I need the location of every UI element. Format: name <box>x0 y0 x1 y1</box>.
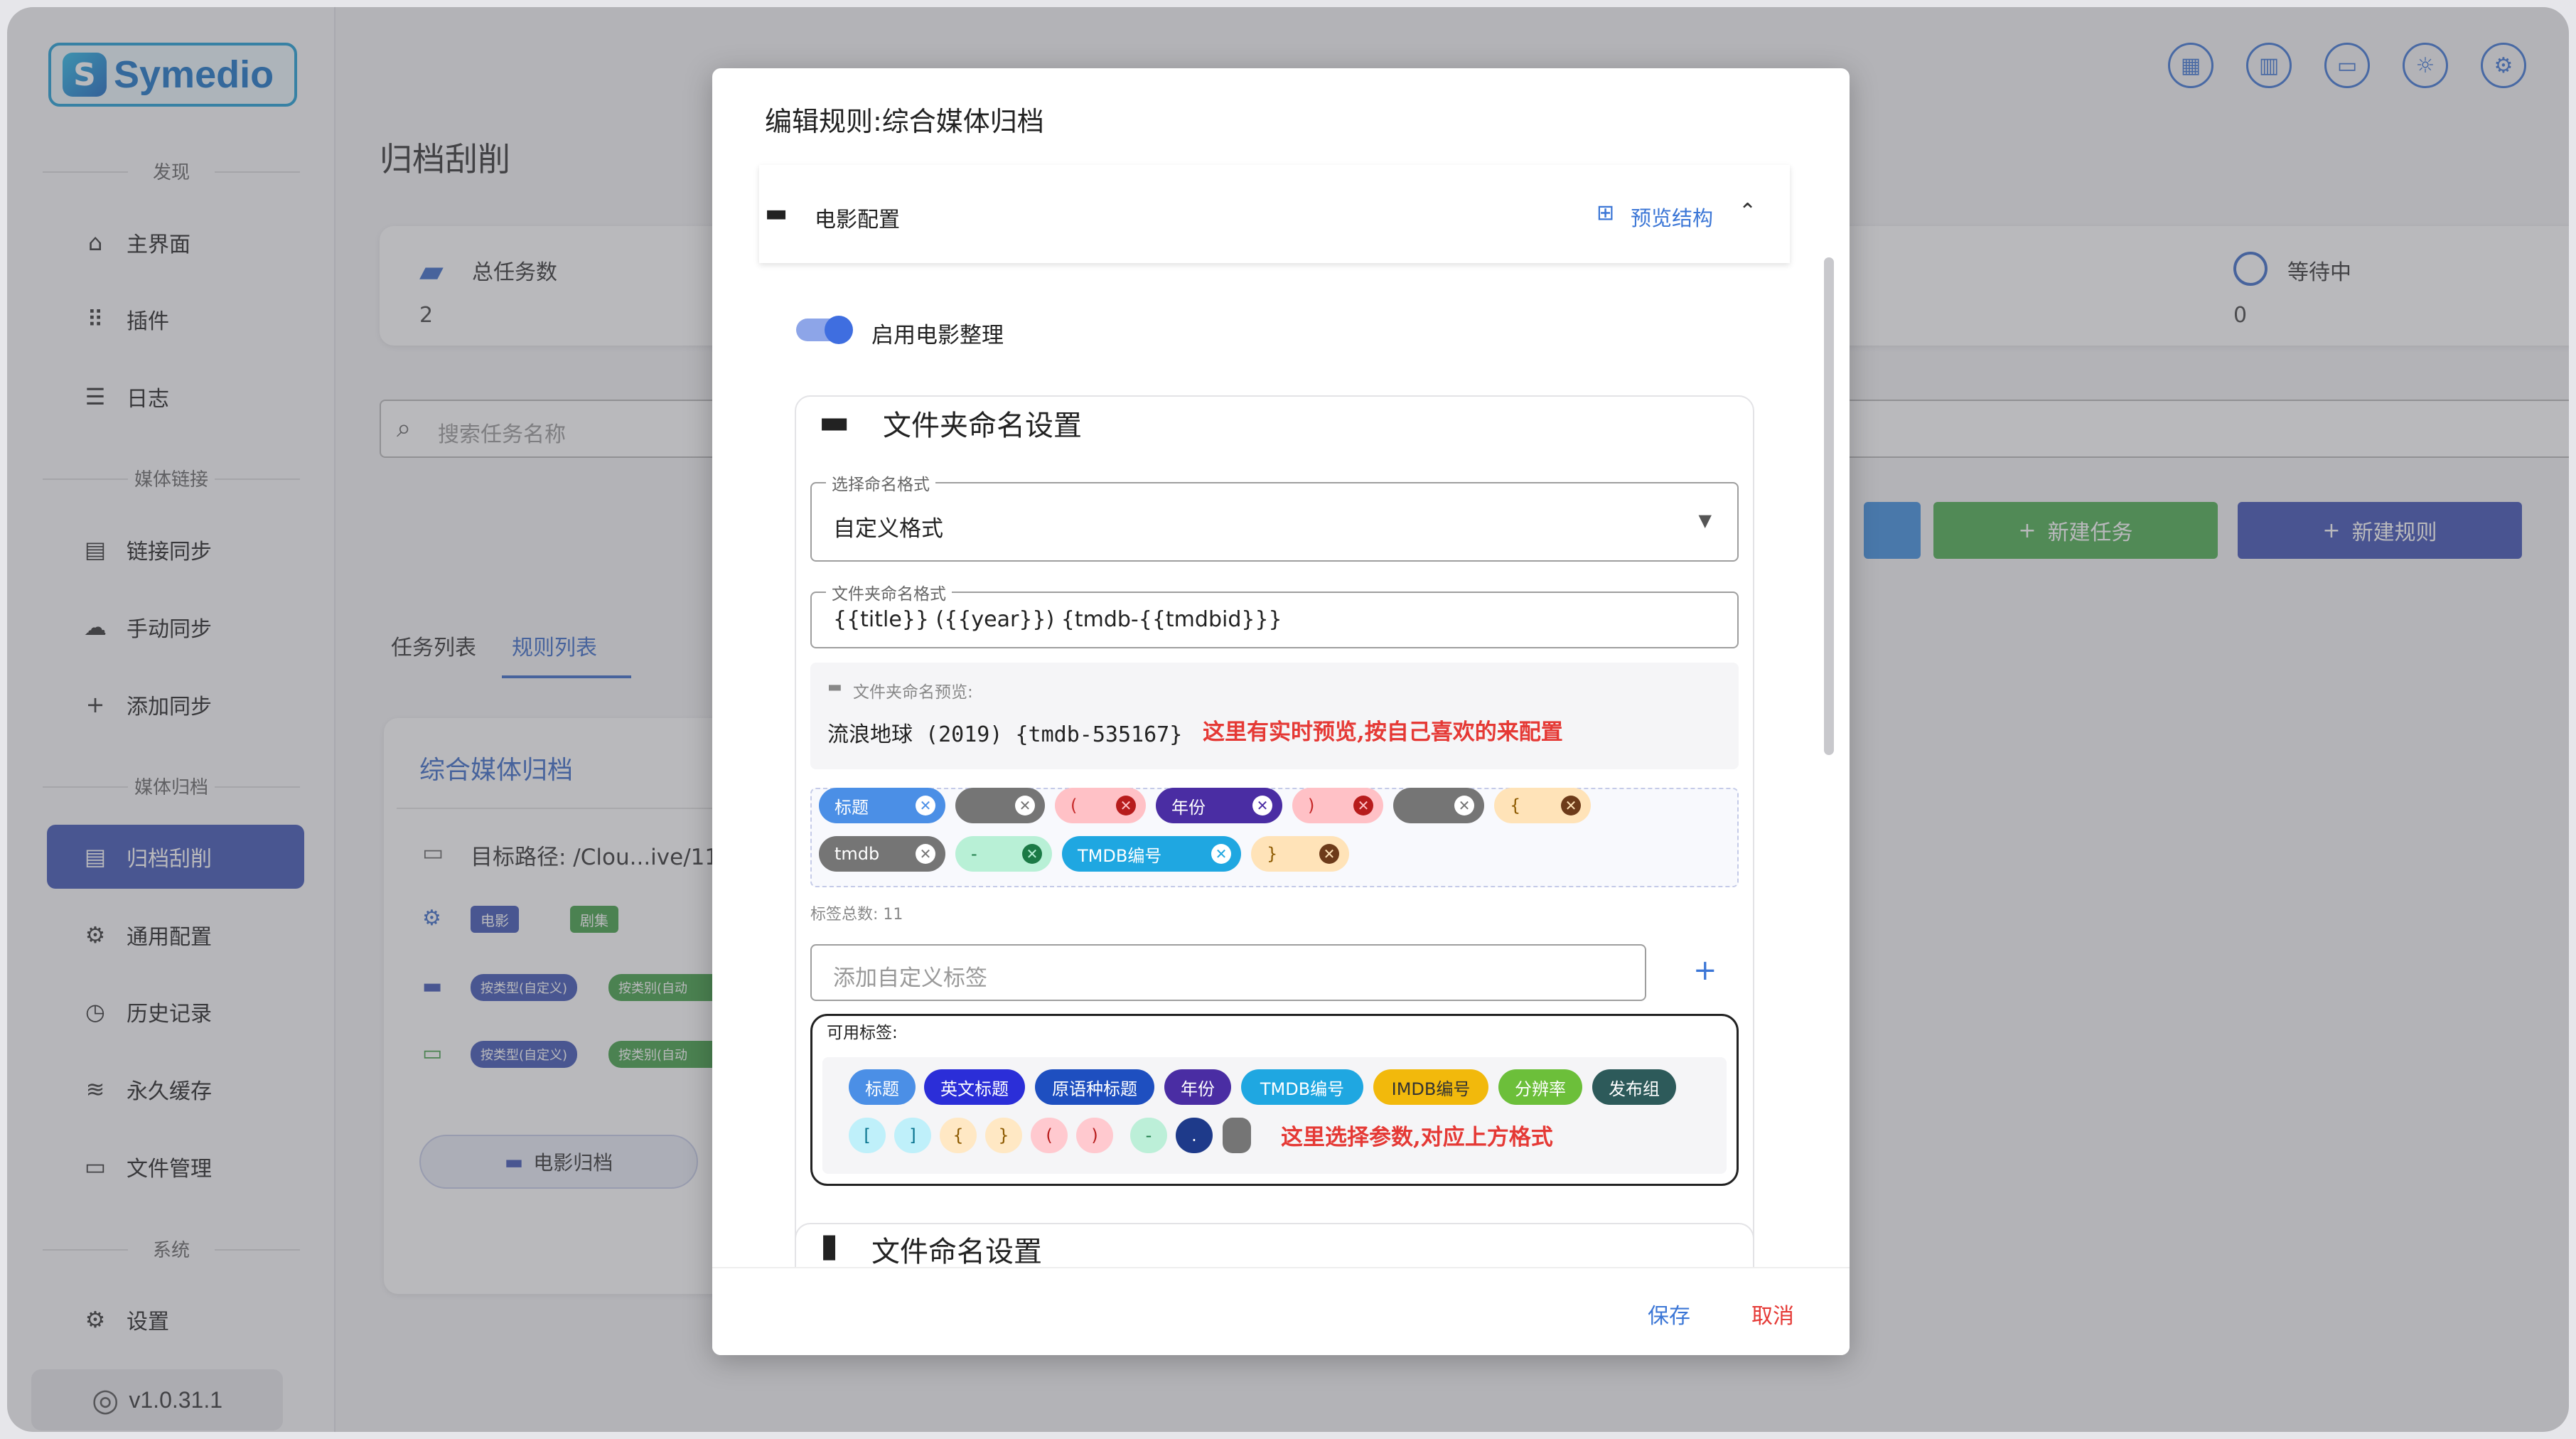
avail-tag-dot[interactable]: . <box>1176 1118 1213 1153</box>
folder-format-input[interactable]: 文件夹命名格式 {{title}} ({{year}}) {tmdb-{{tmd… <box>810 580 1739 648</box>
chip-brace-close[interactable]: } ✕ <box>1251 836 1349 872</box>
avail-tag-resolution[interactable]: 分辨率 <box>1498 1069 1582 1105</box>
close-icon[interactable]: ✕ <box>1022 844 1042 864</box>
close-icon[interactable]: ✕ <box>1319 844 1339 864</box>
avail-tag-bracket-close[interactable]: ] <box>894 1118 931 1153</box>
add-tag-button[interactable]: + <box>1693 954 1717 987</box>
avail-tag-release-group[interactable]: 发布组 <box>1592 1069 1676 1105</box>
avail-tag-imdb-id[interactable]: IMDB编号 <box>1373 1069 1488 1105</box>
folder-preview-box: ▬ 文件夹命名预览: 流浪地球 (2019) {tmdb-535167} 这里有… <box>810 663 1739 769</box>
tag-count: 标签总数: 11 <box>810 906 903 924</box>
dialog-title: 编辑规则:综合媒体归档 <box>765 106 1044 137</box>
close-icon[interactable]: ✕ <box>1116 796 1136 815</box>
preview-structure-button[interactable]: 预览结构 <box>1631 202 1713 232</box>
chip-tmdb-id[interactable]: TMDB编号 ✕ <box>1062 836 1241 872</box>
folder-icon: ▬ <box>827 678 842 696</box>
chip-space[interactable]: ✕ <box>955 788 1045 823</box>
clapper-icon: ▬ <box>765 199 788 228</box>
movie-config-header[interactable]: ▬ 电影配置 ⊞ 预览结构 ⌃ <box>759 165 1790 263</box>
dialog-actions: 保存 取消 <box>712 1267 1850 1355</box>
cancel-button[interactable]: 取消 <box>1751 1298 1794 1330</box>
chip-tmdb[interactable]: tmdb ✕ <box>819 836 945 872</box>
avail-tag-tmdb-id[interactable]: TMDB编号 <box>1241 1069 1363 1105</box>
chip-title[interactable]: 标题 ✕ <box>819 788 945 823</box>
enable-movie-label: 启用电影整理 <box>871 323 1004 348</box>
folder-icon: ▬ <box>819 402 850 441</box>
avail-tag-dash[interactable]: - <box>1130 1118 1167 1153</box>
file-icon: ▮ <box>820 1226 839 1264</box>
close-icon[interactable]: ✕ <box>1015 796 1035 815</box>
chip-year[interactable]: 年份 ✕ <box>1156 788 1282 823</box>
avail-tag-en-title[interactable]: 英文标题 <box>924 1069 1025 1105</box>
caret-down-icon: ▼ <box>1698 510 1712 530</box>
scrollbar[interactable] <box>1824 165 1834 1274</box>
custom-tag-input[interactable]: 添加自定义标签 <box>810 944 1646 1001</box>
scrollbar-thumb[interactable] <box>1824 257 1834 755</box>
edit-rule-dialog: 编辑规则:综合媒体归档 ▬ 电影配置 ⊞ 预览结构 ⌃ 启用电影整理 ▬ 文件夹… <box>712 68 1850 1355</box>
chip-paren-open[interactable]: (✕ <box>1055 788 1146 823</box>
folder-naming-title: 文件夹命名设置 <box>883 410 1082 442</box>
chip-space[interactable]: ✕ <box>1393 788 1484 823</box>
save-button[interactable]: 保存 <box>1648 1298 1690 1330</box>
chevron-up-icon[interactable]: ⌃ <box>1739 199 1756 224</box>
folder-preview-value: 流浪地球 (2019) {tmdb-535167} <box>827 722 1183 747</box>
avail-tag-title[interactable]: 标题 <box>849 1069 916 1105</box>
chip-dash[interactable]: - ✕ <box>955 836 1052 872</box>
naming-format-select[interactable]: 选择命名格式 自定义格式 ▼ <box>810 471 1739 562</box>
avail-tag-paren-open[interactable]: ( <box>1031 1118 1068 1153</box>
avail-tag-paren-close[interactable]: ) <box>1076 1118 1113 1153</box>
close-icon[interactable]: ✕ <box>1353 796 1373 815</box>
chip-paren-close[interactable]: ) ✕ <box>1292 788 1383 823</box>
enable-movie-toggle[interactable] <box>796 316 853 344</box>
avail-tag-bracket-open[interactable]: [ <box>849 1118 886 1153</box>
close-icon[interactable]: ✕ <box>1454 796 1474 815</box>
preview-note: 这里有实时预览,按自己喜欢的来配置 <box>1203 720 1563 745</box>
avail-tag-brace-close[interactable]: } <box>985 1118 1022 1153</box>
close-icon[interactable]: ✕ <box>1252 796 1272 815</box>
close-icon[interactable]: ✕ <box>1211 844 1231 864</box>
close-icon[interactable]: ✕ <box>1561 796 1581 815</box>
avail-tag-original-title[interactable]: 原语种标题 <box>1035 1069 1154 1105</box>
avail-tag-brace-open[interactable]: { <box>940 1118 977 1153</box>
file-naming-title: 文件命名设置 <box>871 1236 1042 1268</box>
chip-brace-open[interactable]: {✕ <box>1494 788 1591 823</box>
close-icon[interactable]: ✕ <box>916 844 935 864</box>
tags-note: 这里选择参数,对应上方格式 <box>1281 1125 1553 1150</box>
tree-icon: ⊞ <box>1596 200 1615 225</box>
close-icon[interactable]: ✕ <box>916 796 935 815</box>
avail-tag-year[interactable]: 年份 <box>1164 1069 1231 1105</box>
avail-tag-space[interactable] <box>1223 1118 1251 1153</box>
